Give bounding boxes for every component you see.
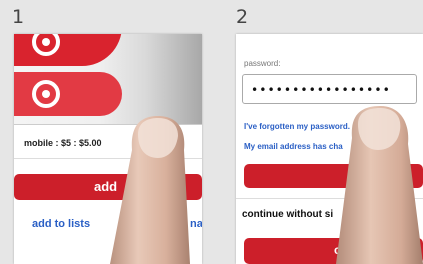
step-number-1: 1 (12, 6, 25, 28)
finger-icon (336, 106, 423, 264)
price-label: mobile : $5 : $5.00 (24, 138, 102, 148)
finger-icon (110, 116, 190, 264)
target-logo-icon (32, 80, 60, 108)
target-logo-icon (32, 34, 60, 56)
password-label: password: (244, 59, 281, 68)
add-to-lists-link[interactable]: add to lists (32, 218, 90, 230)
hero-red-banner-top (14, 34, 122, 66)
step-number-2: 2 (236, 6, 249, 28)
